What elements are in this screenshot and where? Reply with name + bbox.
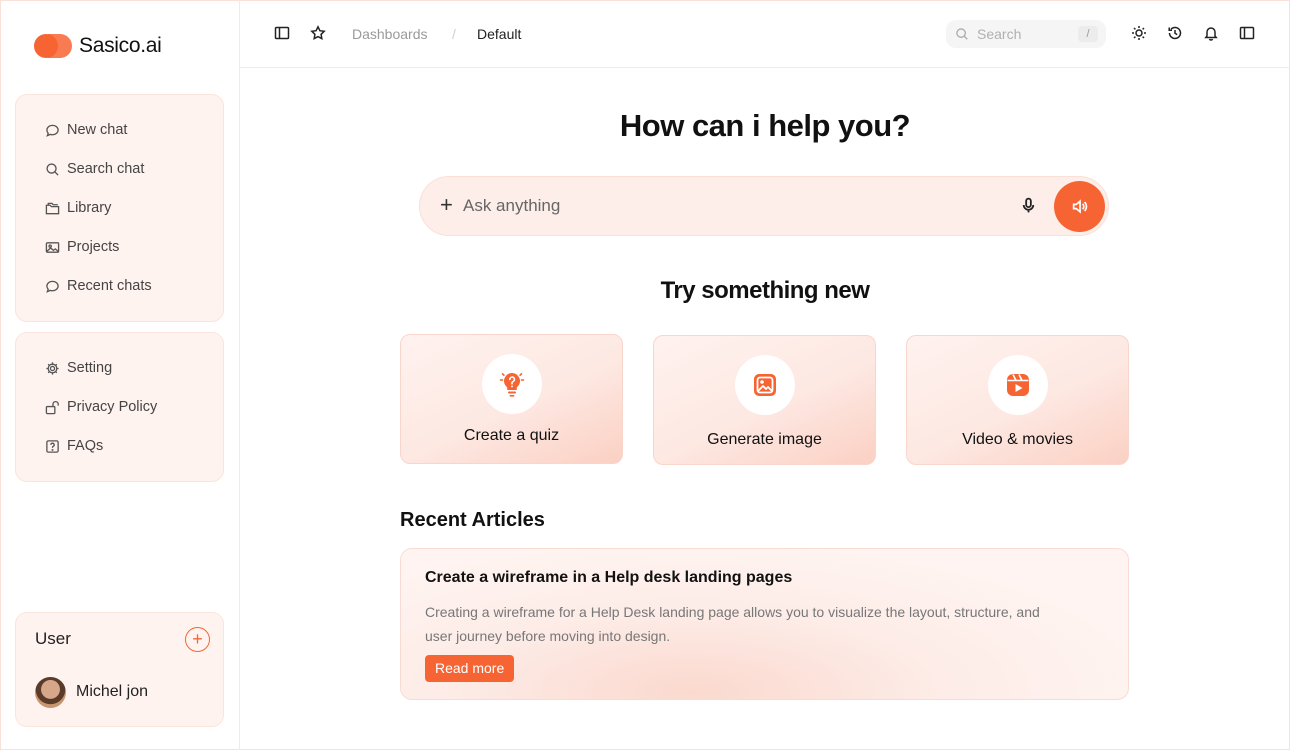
- speaker-icon: [1072, 199, 1088, 214]
- card-video-movies[interactable]: Video & movies: [906, 335, 1129, 465]
- folder-icon: [44, 200, 60, 216]
- sidebar-item-library[interactable]: Library: [44, 200, 111, 216]
- ask-input[interactable]: [463, 194, 983, 218]
- article-title[interactable]: Create a wireframe in a Help desk landin…: [425, 569, 792, 587]
- secondary-nav-panel: Setting Privacy Policy FAQs: [15, 332, 224, 482]
- user-name[interactable]: Michel jon: [76, 683, 148, 701]
- try-something-title: Try something new: [660, 277, 870, 304]
- topbar: Dashboards / Default /: [240, 0, 1290, 68]
- search-box[interactable]: /: [946, 20, 1106, 48]
- breadcrumb-current: Default: [477, 26, 522, 42]
- page-title: How can i help you?: [619, 108, 911, 143]
- sun-icon[interactable]: [1131, 25, 1149, 43]
- voice-mode-button[interactable]: [1054, 181, 1105, 232]
- history-icon[interactable]: [1167, 25, 1185, 43]
- sidebar-item-label: Search chat: [67, 161, 145, 177]
- search-input[interactable]: [977, 24, 1072, 44]
- sidebar-item-privacy-policy[interactable]: Privacy Policy: [44, 399, 157, 415]
- search-icon: [955, 27, 969, 46]
- brand[interactable]: Sasico.ai: [34, 32, 162, 60]
- card-create-quiz[interactable]: Create a quiz: [400, 334, 623, 464]
- user-panel: User + Michel jon: [15, 612, 224, 727]
- sidebar-item-label: Setting: [67, 360, 113, 376]
- user-section-title: User: [35, 629, 71, 648]
- recent-articles-title: Recent Articles: [400, 509, 545, 531]
- image-icon: [754, 374, 776, 396]
- help-icon: [44, 438, 60, 454]
- sidebar-item-search-chat[interactable]: Search chat: [44, 161, 144, 177]
- card-label: Video & movies: [962, 431, 1073, 448]
- article-card[interactable]: Create a wireframe in a Help desk landin…: [400, 548, 1129, 700]
- brand-logo-icon: [34, 32, 72, 60]
- panel-toggle-icon[interactable]: [1239, 25, 1257, 43]
- sidebar-item-label: Projects: [67, 239, 120, 255]
- search-icon: [44, 161, 60, 177]
- attach-plus-button[interactable]: +: [440, 192, 453, 218]
- card-label: Create a quiz: [463, 427, 560, 444]
- read-more-button[interactable]: Read more: [425, 655, 515, 682]
- sidebar-item-label: Library: [67, 200, 112, 216]
- article-description: Creating a wireframe for a Help Desk lan…: [425, 604, 1040, 644]
- bell-icon[interactable]: [1203, 25, 1221, 43]
- gear-icon: [44, 360, 60, 376]
- sidebar-item-setting[interactable]: Setting: [44, 360, 112, 376]
- card-icon-bubble: [482, 354, 542, 414]
- sidebar-item-projects[interactable]: Projects: [44, 239, 119, 255]
- sidebar-item-label: FAQs: [67, 438, 104, 454]
- image-icon: [44, 239, 60, 255]
- card-icon-bubble: [988, 355, 1048, 415]
- sidebar-item-faqs[interactable]: FAQs: [44, 438, 103, 454]
- add-user-button[interactable]: +: [185, 627, 210, 652]
- star-icon[interactable]: [310, 25, 328, 43]
- lightbulb-question-icon: [499, 373, 525, 397]
- avatar[interactable]: [35, 677, 66, 708]
- brand-name: Sasico.ai: [79, 34, 162, 57]
- video-play-icon: [1007, 374, 1029, 396]
- card-generate-image[interactable]: Generate image: [653, 335, 876, 465]
- sidebar-item-label: Privacy Policy: [67, 399, 158, 415]
- microphone-icon[interactable]: [1020, 197, 1037, 219]
- breadcrumb-dashboards[interactable]: Dashboards: [352, 26, 428, 42]
- search-shortcut-badge: /: [1078, 26, 1098, 42]
- card-icon-bubble: [735, 355, 795, 415]
- breadcrumb-separator: /: [452, 26, 456, 42]
- lock-icon: [44, 399, 60, 415]
- sidebar-toggle-icon[interactable]: [274, 25, 292, 43]
- ask-bar: +: [419, 176, 1109, 236]
- card-label: Generate image: [707, 431, 822, 448]
